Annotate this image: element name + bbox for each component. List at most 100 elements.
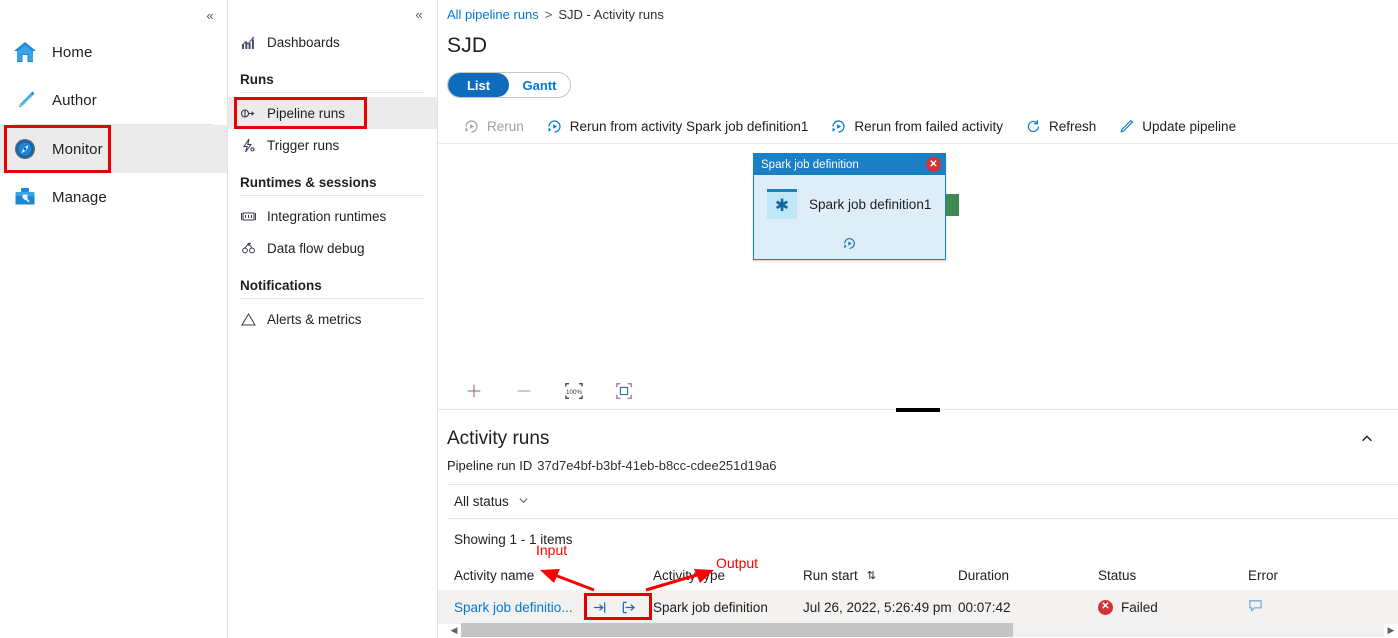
activity-success-connector: [946, 194, 959, 216]
rail-collapse-icon[interactable]: «: [199, 4, 221, 26]
column-header-activity-name[interactable]: Activity name: [438, 560, 588, 590]
svg-text:100%: 100%: [566, 389, 583, 396]
lightning-icon: [240, 137, 257, 154]
activity-name-link[interactable]: Spark job definitio...: [454, 600, 573, 615]
rerun-from-failed-activity-button[interactable]: Rerun from failed activity: [819, 110, 1014, 144]
pane-group-notifications: Notifications: [228, 264, 437, 295]
pane-item-label: Pipeline runs: [267, 106, 345, 121]
pane-item-label: Data flow debug: [267, 241, 365, 256]
chevron-down-icon: [518, 495, 529, 508]
status-filter-dropdown[interactable]: All status: [454, 494, 529, 509]
main-content: All pipeline runs > SJD - Activity runs …: [438, 0, 1398, 638]
pane-item-integration-runtimes[interactable]: Integration runtimes: [228, 200, 437, 232]
sidebar-item-author[interactable]: Author: [0, 76, 227, 124]
column-header-run-start[interactable]: Run start ⇅: [803, 560, 958, 590]
page-title: SJD: [438, 28, 1398, 58]
zoom-out-minus-icon[interactable]: [510, 378, 538, 404]
table-row[interactable]: Spark job definitio...: [438, 590, 1398, 624]
primary-nav-rail: « Home: [0, 0, 228, 638]
error-close-icon[interactable]: ✕: [926, 157, 941, 172]
pane-item-pipeline-runs[interactable]: Pipeline runs: [228, 97, 437, 129]
update-pipeline-label: Update pipeline: [1142, 119, 1236, 134]
status-filter-label: All status: [454, 494, 509, 509]
activity-node-name: Spark job definition1: [809, 197, 931, 212]
canvas-zoom-toolbar: 100%: [438, 372, 1398, 410]
pane-item-trigger-runs[interactable]: Trigger runs: [228, 129, 437, 161]
status-badge: Failed: [1121, 600, 1158, 615]
zoom-100-percent-icon[interactable]: 100%: [560, 378, 588, 404]
activity-runs-header: Activity runs: [438, 410, 1398, 452]
breadcrumb-root-link[interactable]: All pipeline runs: [447, 7, 539, 22]
rerun-from-activity-button[interactable]: Rerun from activity Spark job definition…: [535, 110, 820, 144]
view-mode-toggle[interactable]: List Gantt: [447, 72, 571, 98]
rerun-icon: [830, 118, 847, 135]
scroll-left-arrow[interactable]: ◀: [447, 625, 461, 636]
refresh-icon: [1025, 118, 1042, 135]
output-arrow-icon[interactable]: [619, 598, 638, 617]
rerun-icon: [463, 118, 480, 135]
data-flow-icon: [240, 240, 257, 257]
pane-item-dashboards[interactable]: Dashboards: [228, 26, 437, 58]
breadcrumb-separator: >: [545, 7, 553, 22]
pencil-edit-icon: [1118, 118, 1135, 135]
refresh-button[interactable]: Refresh: [1014, 110, 1107, 144]
pane-item-data-flow-debug[interactable]: Data flow debug: [228, 232, 437, 264]
sidebar-item-label: Manage: [52, 189, 107, 206]
zoom-in-plus-icon[interactable]: [460, 378, 488, 404]
fit-to-screen-icon[interactable]: [610, 378, 638, 404]
input-arrow-icon[interactable]: [590, 598, 609, 617]
pipeline-run-id-label: Pipeline run ID: [447, 458, 532, 473]
sidebar-item-monitor[interactable]: Monitor: [0, 125, 227, 173]
chevron-up-icon[interactable]: [1354, 426, 1380, 452]
table-horizontal-scrollbar[interactable]: ◀ ▶: [447, 622, 1398, 638]
pane-item-label: Trigger runs: [267, 138, 339, 153]
pane-item-alerts-metrics[interactable]: Alerts & metrics: [228, 303, 437, 335]
pane-group-runtimes: Runtimes & sessions: [228, 161, 437, 192]
column-header-activity-type[interactable]: Activity type: [653, 560, 803, 590]
pane-divider: [240, 92, 425, 93]
rerun-icon[interactable]: [842, 236, 857, 256]
integration-runtime-icon: [240, 208, 257, 225]
tab-list[interactable]: List: [448, 73, 509, 97]
scrollbar-track[interactable]: [461, 623, 1384, 637]
comment-bubble-icon[interactable]: [1248, 598, 1263, 616]
rerun-from-failed-label: Rerun from failed activity: [854, 119, 1003, 134]
pane-divider: [240, 298, 425, 299]
rerun-button[interactable]: Rerun: [452, 110, 535, 144]
cell-io-actions: [588, 590, 653, 624]
column-header-status[interactable]: Status: [1098, 560, 1248, 590]
pane-item-label: Alerts & metrics: [267, 312, 362, 327]
rail-item-list: Home Author: [0, 0, 227, 221]
column-header-error[interactable]: Error: [1248, 560, 1348, 590]
pane-item-label: Integration runtimes: [267, 209, 386, 224]
filter-bar: All status: [438, 485, 1398, 518]
cell-status: ✕ Failed: [1098, 590, 1248, 624]
monitor-gauge-icon: [12, 136, 38, 162]
activity-node[interactable]: Spark job definition ✕ ✱ Spark job defin…: [753, 153, 946, 260]
panel-splitter-handle[interactable]: [896, 408, 940, 412]
pencil-icon: [12, 87, 38, 113]
column-header-run-start-label: Run start: [803, 568, 858, 583]
sidebar-item-home[interactable]: Home: [0, 28, 227, 76]
sidebar-item-manage[interactable]: Manage: [0, 173, 227, 221]
spark-asterisk-icon: ✱: [767, 189, 797, 219]
update-pipeline-button[interactable]: Update pipeline: [1107, 110, 1247, 144]
home-icon: [12, 39, 38, 65]
scrollbar-thumb[interactable]: [461, 623, 1013, 637]
cell-duration: 00:07:42: [958, 590, 1098, 624]
pane-collapse-icon[interactable]: «: [409, 4, 429, 24]
refresh-button-label: Refresh: [1049, 119, 1096, 134]
activity-node-footer: [754, 233, 945, 259]
showing-count: Showing 1 - 1 items: [438, 519, 1398, 547]
pipeline-run-id-value: 37d7e4bf-b3bf-41eb-b8cc-cdee251d19a6: [537, 458, 776, 473]
rerun-icon: [546, 118, 563, 135]
scroll-right-arrow[interactable]: ▶: [1384, 625, 1398, 636]
activity-node-title: Spark job definition: [761, 159, 859, 171]
dashboard-chart-icon: [240, 34, 257, 51]
sidebar-item-label: Home: [52, 44, 92, 61]
activity-runs-title: Activity runs: [447, 428, 549, 450]
tab-gantt[interactable]: Gantt: [509, 73, 570, 97]
pipeline-canvas[interactable]: Spark job definition ✕ ✱ Spark job defin…: [438, 144, 1398, 372]
table-header-row: Activity name Activity type Run start ⇅ …: [438, 560, 1398, 590]
column-header-duration[interactable]: Duration: [958, 560, 1098, 590]
